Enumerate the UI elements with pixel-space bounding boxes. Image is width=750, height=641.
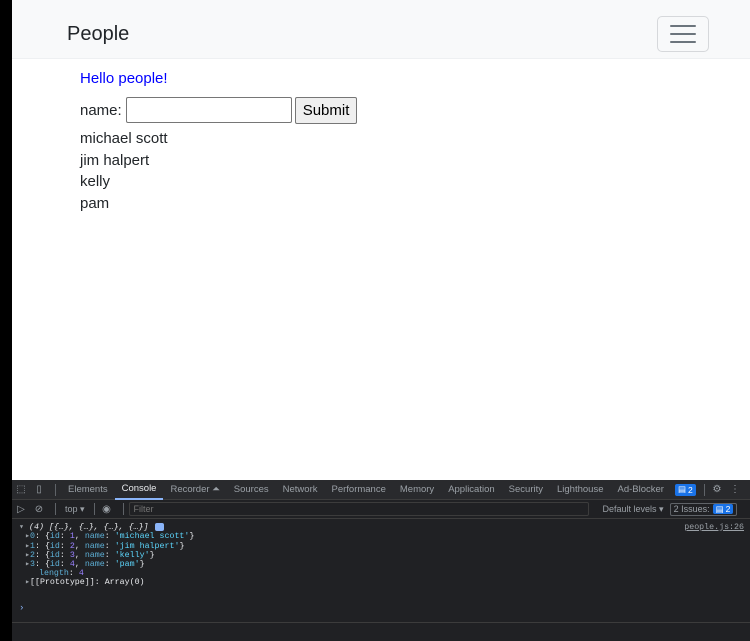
tab-elements[interactable]: Elements (61, 480, 115, 500)
name-label: name: (80, 101, 122, 119)
submit-button[interactable]: Submit (294, 96, 358, 124)
console-filter-input[interactable] (128, 502, 589, 516)
tab-console[interactable]: Console (114, 480, 164, 500)
clear-console-icon[interactable]: ⊘ (32, 503, 46, 515)
length-value: 4 (78, 569, 84, 579)
divider (93, 503, 95, 515)
issues-label: 2 Issues: (673, 504, 710, 514)
list-item: kelly (80, 173, 111, 190)
hamburger-icon-line (670, 41, 696, 43)
array-summary: (4) [{…}, {…}, {…}, {…}] (28, 523, 149, 533)
tab-memory[interactable]: Memory (393, 480, 441, 500)
inspect-icon[interactable]: ⬚ (14, 484, 28, 496)
list-item: jim halpert (80, 151, 150, 169)
hamburger-icon-line (670, 33, 696, 35)
devtools-actions: ⚙ ⋮ (699, 483, 750, 496)
device-toolbar-icon[interactable]: ▯ (32, 484, 46, 496)
log-array-item[interactable]: ▸3: {id: 4, name: 'pam'} (19, 560, 750, 569)
tab-performance[interactable]: Performance (324, 480, 392, 500)
issues-button[interactable]: 2 Issues: ▤ 2 (669, 502, 738, 516)
message-icon: ▤ (677, 484, 686, 494)
navbar-toggler-button[interactable] (657, 16, 709, 52)
devtools-panel: ⬚ ▯ Elements Console Recorder ⏶ Sources … (12, 480, 750, 641)
tab-application[interactable]: Application (441, 480, 501, 500)
name-input[interactable] (125, 97, 292, 123)
log-array-item[interactable]: ▸1: {id: 2, name: 'jim halpert'} (19, 542, 750, 551)
item-name: 'michael scott' (114, 532, 190, 542)
log-array-item[interactable]: ▸0: {id: 1, name: 'michael scott'} (19, 532, 750, 541)
list-item: pam (80, 194, 110, 212)
tab-ad-blocker[interactable]: Ad-Blocker (610, 480, 670, 500)
list-item: michael scott (80, 130, 168, 147)
item-name: 'kelly' (114, 550, 150, 560)
eye-icon[interactable]: ◉ (100, 503, 114, 515)
tab-lighthouse[interactable]: Lighthouse (550, 480, 610, 500)
devtools-tab-bar: ⬚ ▯ Elements Console Recorder ⏶ Sources … (12, 480, 750, 500)
people-list: michael scott jim halpert kelly pam (80, 128, 680, 214)
tab-security[interactable]: Security (502, 480, 550, 500)
add-person-form: name: Submit (80, 96, 680, 124)
messages-badge[interactable]: ▤ 2 (674, 483, 696, 496)
hamburger-icon-line (670, 25, 696, 27)
log-levels-select[interactable]: Default levels ▾ (603, 504, 664, 515)
log-source-link[interactable]: people.js:26 (684, 523, 744, 532)
expand-triangle-icon[interactable]: ▾ (19, 523, 24, 532)
greeting-text: Hello people! (80, 70, 168, 87)
prototype-key: [[Prototype]] (30, 578, 95, 588)
info-icon[interactable] (155, 523, 165, 531)
item-name: 'pam' (114, 560, 140, 569)
messages-count: 2 (687, 484, 693, 495)
divider (55, 483, 56, 496)
gear-icon[interactable]: ⚙ (710, 484, 724, 496)
console-prompt[interactable]: › (19, 603, 24, 613)
tab-sources[interactable]: Sources (227, 480, 276, 500)
kebab-menu-icon[interactable]: ⋮ (728, 484, 742, 496)
sidebar-toggle-icon[interactable]: ▷ (14, 503, 28, 515)
console-toolbar: ▷ ⊘ top ▾ ◉ Default levels ▾ 2 Issues: ▤… (12, 500, 750, 519)
issues-badge: ▤ 2 (712, 503, 734, 514)
main-content: Hello people! name: Submit michael scott… (80, 70, 680, 214)
context-select[interactable]: top ▾ (65, 504, 85, 515)
issues-count: 2 (725, 504, 731, 514)
message-icon: ▤ (715, 503, 724, 514)
prototype-value: Array(0) (104, 578, 145, 588)
tab-recorder[interactable]: Recorder ⏶ (163, 480, 226, 500)
navbar-brand[interactable]: People (67, 22, 129, 46)
tab-network[interactable]: Network (276, 480, 325, 500)
divider (55, 503, 56, 515)
log-entry-summary[interactable]: ▾ (4) [{…}, {…}, {…}, {…}] (19, 523, 750, 532)
divider (704, 483, 705, 496)
divider (122, 503, 124, 515)
navbar: People (12, 0, 750, 59)
browser-viewport: People Hello people! name: Submit michae… (10, 0, 750, 641)
log-prototype[interactable]: ▸[[Prototype]]: Array(0) (19, 578, 750, 587)
item-name: 'jim halpert' (114, 541, 180, 551)
log-array-item[interactable]: ▸2: {id: 3, name: 'kelly'} (19, 551, 750, 560)
length-key: length (39, 569, 69, 579)
console-output: people.js:26 ▾ (4) [{…}, {…}, {…}, {…}] … (12, 519, 750, 623)
